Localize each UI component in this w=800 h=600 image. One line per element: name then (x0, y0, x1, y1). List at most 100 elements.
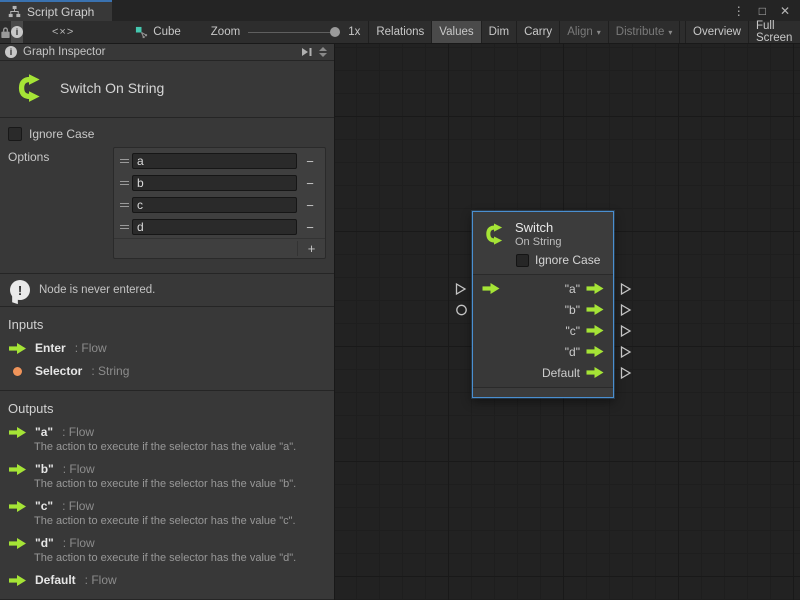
lock-button[interactable] (0, 21, 11, 43)
carry-button[interactable]: Carry (517, 21, 560, 43)
tab-label: Script Graph (27, 5, 94, 19)
dim-button[interactable]: Dim (482, 21, 517, 43)
flow-port-icon (8, 343, 26, 354)
outputs-section: Outputs "a" : Flow The action to execute… (0, 391, 334, 600)
add-option-button[interactable]: + (297, 241, 325, 256)
menu-icon[interactable]: ⋮ (733, 5, 745, 17)
edit-script-button[interactable]: <×> (45, 21, 81, 43)
node-ignore-case-setting: Ignore Case (516, 253, 605, 267)
warning-text: Node is never entered. (39, 284, 155, 296)
output-description: The action to execute if the selector ha… (34, 552, 326, 564)
output-item: "b" : Flow The action to execute if the … (8, 462, 326, 490)
flow-output-port[interactable] (586, 325, 604, 336)
chevron-down-icon (319, 53, 327, 57)
node-port-row: "a" (473, 278, 613, 299)
port-label: Default (542, 366, 580, 380)
port-label: "c" (565, 324, 580, 338)
ignore-case-checkbox[interactable] (516, 254, 529, 267)
drag-handle-icon[interactable] (116, 181, 132, 185)
node-port-row: "c" (473, 320, 613, 341)
option-input[interactable] (132, 153, 297, 169)
port-label: "b" (565, 303, 580, 317)
ignore-case-label: Ignore Case (29, 127, 94, 141)
remove-option-button[interactable]: − (297, 176, 323, 191)
remove-option-button[interactable]: − (297, 198, 323, 213)
overview-button[interactable]: Overview (685, 21, 749, 43)
window-controls: ⋮ □ ✕ (723, 0, 800, 21)
graph-canvas[interactable]: Switch On String Ignore Case (335, 44, 800, 600)
zoom-label: Zoom (211, 26, 240, 38)
full-screen-button[interactable]: Full Screen (749, 21, 800, 43)
switch-on-string-node[interactable]: Switch On String Ignore Case (472, 211, 614, 398)
switch-node-icon (481, 221, 507, 247)
external-flow-port[interactable] (620, 324, 632, 337)
graph-target[interactable]: Cube (127, 21, 189, 43)
chevron-down-icon: ▾ (597, 28, 601, 37)
external-flow-port[interactable] (620, 282, 632, 295)
flow-output-port[interactable] (586, 367, 604, 378)
graph-inspector-panel: i Graph Inspector (0, 44, 335, 600)
maximize-icon[interactable]: □ (759, 5, 766, 17)
zoom-slider-track[interactable] (248, 32, 340, 34)
zoom-slider[interactable] (248, 27, 340, 37)
node-port-row: Default (473, 362, 613, 383)
external-flow-port[interactable] (620, 366, 632, 379)
option-row: − (114, 216, 325, 238)
port-label: "d" (565, 345, 580, 359)
flow-input-port[interactable] (482, 283, 500, 294)
flow-output-port[interactable] (586, 346, 604, 357)
chevron-up-icon (319, 47, 327, 51)
option-input[interactable] (132, 219, 297, 235)
flow-port-icon (8, 427, 26, 438)
external-flow-port[interactable] (620, 303, 632, 316)
drag-handle-icon[interactable] (116, 203, 132, 207)
distribute-dropdown[interactable]: Distribute ▾ (609, 21, 681, 43)
panel-resize-spinner[interactable] (317, 47, 329, 57)
unity-visual-scripting-window: Script Graph ⋮ □ ✕ i <×> (0, 0, 800, 600)
options-list-footer: + (114, 238, 325, 258)
flow-port-icon (8, 501, 26, 512)
script-machine-icon (135, 26, 148, 39)
align-dropdown[interactable]: Align ▾ (560, 21, 609, 43)
node-header[interactable]: Switch On String Ignore Case (473, 212, 613, 274)
external-flow-port[interactable] (620, 345, 632, 358)
external-flow-port[interactable] (455, 282, 467, 295)
unit-title: Switch On String (60, 80, 164, 96)
input-item: Enter : Flow (8, 341, 326, 355)
ignore-case-checkbox[interactable] (8, 127, 22, 141)
tab-script-graph[interactable]: Script Graph (0, 0, 112, 21)
node-port-row: "d" (473, 341, 613, 362)
string-port-icon (8, 367, 26, 376)
remove-option-button[interactable]: − (297, 154, 323, 169)
flow-output-port[interactable] (586, 283, 604, 294)
ignore-case-setting: Ignore Case (8, 127, 326, 141)
output-item: "a" : Flow The action to execute if the … (8, 425, 326, 453)
chevron-down-icon: ▾ (668, 28, 672, 37)
zoom-value: 1x (348, 26, 360, 38)
drag-handle-icon[interactable] (116, 159, 132, 163)
relations-button[interactable]: Relations (369, 21, 432, 43)
option-input[interactable] (132, 197, 297, 213)
graph-toolbar: i <×> Cube Zoom 1x (0, 21, 800, 44)
output-description: The action to execute if the selector ha… (34, 441, 326, 453)
tab-bar: Script Graph ⋮ □ ✕ (0, 0, 800, 21)
flow-output-port[interactable] (586, 304, 604, 315)
flow-port-icon (8, 575, 26, 586)
flow-port-icon (8, 464, 26, 475)
inputs-title: Inputs (8, 317, 326, 332)
close-icon[interactable]: ✕ (780, 5, 790, 17)
option-input[interactable] (132, 175, 297, 191)
node-port-row: "b" (473, 299, 613, 320)
dock-panel-icon[interactable] (301, 47, 313, 57)
external-value-port[interactable] (455, 303, 468, 316)
zoom-slider-knob[interactable] (330, 27, 340, 37)
switch-node-icon (12, 71, 46, 105)
remove-option-button[interactable]: − (297, 220, 323, 235)
warning-bubble-icon: ! (10, 280, 30, 300)
values-button[interactable]: Values (432, 21, 481, 43)
inspector-toggle-button[interactable]: i (11, 21, 23, 43)
output-description: The action to execute if the selector ha… (34, 515, 326, 527)
node-title: Switch (515, 220, 561, 235)
drag-handle-icon[interactable] (116, 225, 132, 229)
zoom-control: Zoom 1x (211, 21, 369, 43)
